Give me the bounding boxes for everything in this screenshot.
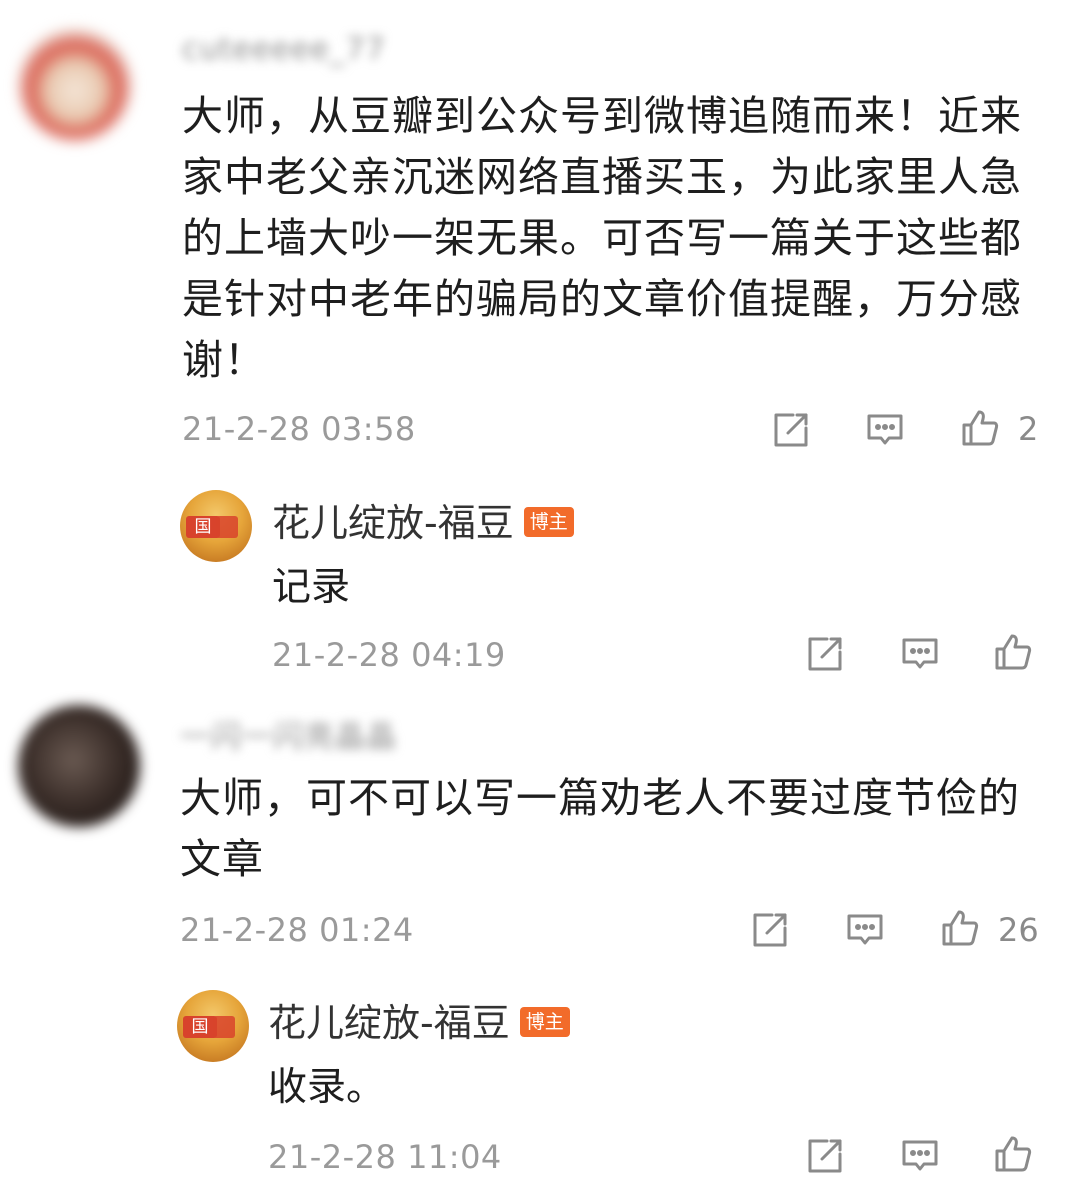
avatar-seal: 国 <box>183 1016 217 1038</box>
share-icon[interactable] <box>805 1136 845 1176</box>
comment-text-line: 的上墙大吵一架无果。可否写一篇关于这些都 <box>182 214 1022 262</box>
avatar[interactable]: 国 <box>177 990 249 1062</box>
comment-icon[interactable] <box>845 910 885 950</box>
share-icon[interactable] <box>771 410 811 450</box>
comment-icon[interactable] <box>900 634 940 674</box>
comment-icon[interactable] <box>865 410 905 450</box>
comment-text-line: 大师，可不可以写一篇劝老人不要过度节俭的 <box>180 774 1020 822</box>
reply-username-text[interactable]: 花儿绽放-福豆 <box>272 501 514 545</box>
reply-username[interactable]: 花儿绽放-福豆 博主 <box>272 492 574 547</box>
thumbs-up-icon[interactable] <box>993 1134 1033 1174</box>
timestamp: 21-2-28 11:04 <box>268 1138 502 1176</box>
comment-text-line: 是针对中老年的骗局的文章价值提醒，万分感 <box>182 275 1022 323</box>
reply-text: 收录。 <box>268 1065 386 1110</box>
username[interactable]: 一闪一闪亮晶晶 <box>180 712 397 756</box>
thumbs-up-icon[interactable] <box>940 908 980 948</box>
share-icon[interactable] <box>805 634 845 674</box>
timestamp: 21-2-28 04:19 <box>272 636 506 674</box>
username[interactable]: cuteeeee_77 <box>182 32 386 67</box>
share-icon[interactable] <box>750 910 790 950</box>
avatar-seal: 国 <box>186 516 220 538</box>
like-count: 2 <box>1018 410 1039 448</box>
avatar[interactable] <box>20 30 130 140</box>
comment-text: 大师，可不可以写一篇劝老人不要过度节俭的 文章 <box>180 768 1020 890</box>
comment-text-line: 谢！ <box>182 336 266 384</box>
comment-text-line: 文章 <box>180 835 264 883</box>
timestamp: 21-2-28 03:58 <box>182 410 416 448</box>
thumbs-up-icon[interactable] <box>993 632 1033 672</box>
reply-text: 记录 <box>272 565 351 610</box>
avatar[interactable] <box>18 705 140 827</box>
reply-username-text[interactable]: 花儿绽放-福豆 <box>268 1001 510 1045</box>
thumbs-up-icon[interactable] <box>960 408 1000 448</box>
avatar[interactable]: 国 <box>180 490 252 562</box>
blogger-badge: 博主 <box>519 1006 570 1037</box>
blogger-badge: 博主 <box>523 506 574 537</box>
comment-text: 大师，从豆瓣到公众号到微博追随而来！近来 家中老父亲沉迷网络直播买玉，为此家里人… <box>182 86 1022 391</box>
comment-text-line: 家中老父亲沉迷网络直播买玉，为此家里人急 <box>182 153 1022 201</box>
avatar-seal-decoration <box>216 516 238 538</box>
comment-text-line: 大师，从豆瓣到公众号到微博追随而来！近来 <box>182 92 1022 140</box>
comment-icon[interactable] <box>900 1136 940 1176</box>
timestamp: 21-2-28 01:24 <box>180 911 414 949</box>
like-count: 26 <box>998 911 1039 949</box>
reply-username[interactable]: 花儿绽放-福豆 博主 <box>268 992 570 1047</box>
avatar-seal-decoration <box>213 1016 235 1038</box>
